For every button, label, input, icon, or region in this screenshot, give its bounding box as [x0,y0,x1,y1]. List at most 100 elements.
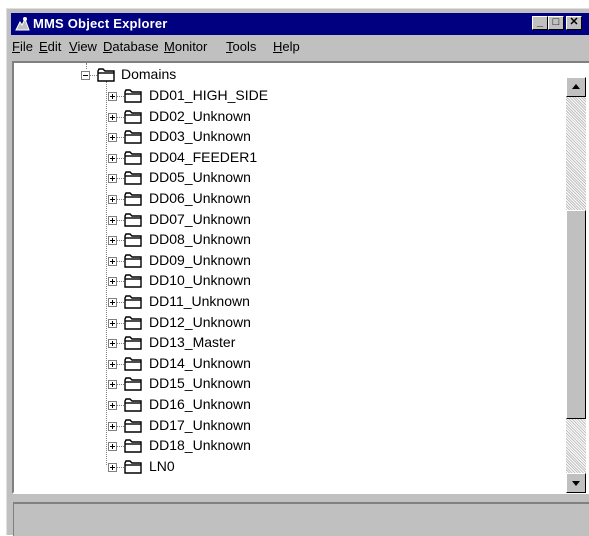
expand-icon[interactable] [108,463,117,472]
menu-tools[interactable]: Tools [226,39,256,54]
tree-node[interactable]: LN0 [14,457,554,477]
menu-mnemonic: D [103,39,113,54]
collapse-icon[interactable] [81,71,90,80]
menu-monitor[interactable]: Monitor [164,39,207,54]
expand-icon[interactable] [108,277,117,286]
tree-node-label: DD06_Unknown [149,190,251,206]
expand-icon[interactable] [108,422,117,431]
tree-node-label: DD05_Unknown [149,169,251,185]
close-icon: ✕ [569,16,579,28]
expand-icon[interactable] [108,195,117,204]
menu-mnemonic: H [273,39,283,54]
tree-node-label: LN0 [149,458,175,474]
window-title: MMS Object Explorer [33,16,168,31]
menu-bar: File Edit View Database Monitor Tools Help [11,36,589,56]
maximize-icon: □ [552,16,560,28]
tree-node[interactable]: DD03_Unknown [14,127,554,147]
expand-icon[interactable] [108,154,117,163]
tree-node[interactable]: DD04_FEEDER1 [14,148,554,168]
menu-view[interactable]: View [69,39,97,54]
tree-node-label: DD15_Unknown [149,375,251,391]
tree-node-label: DD04_FEEDER1 [149,149,258,165]
folder-icon [124,439,143,453]
folder-icon [124,254,143,268]
tree-node[interactable]: DD12_Unknown [14,313,554,333]
tree-node-label: DD17_Unknown [149,417,251,433]
tree-node-label: DD03_Unknown [149,128,251,144]
tree-node[interactable]: DD13_Master [14,333,554,353]
menu-label-rest: elp [282,39,300,54]
menu-label-rest: ools [232,39,257,54]
title-bar[interactable]: MMS Object Explorer _ □ ✕ [11,13,589,35]
menu-file[interactable]: File [12,39,33,54]
tree-node-label: DD08_Unknown [149,231,251,247]
tree-node-label: DD12_Unknown [149,314,251,330]
expand-icon[interactable] [108,236,117,245]
tree-node[interactable]: DD06_Unknown [14,189,554,209]
tree-node-label: DD01_HIGH_SIDE [149,87,269,103]
expand-icon[interactable] [108,298,117,307]
tree-node-label: DD14_Unknown [149,355,251,371]
folder-icon [124,192,143,206]
app-window: MMS Object Explorer _ □ ✕ File Edit View Da… [6,8,589,536]
expand-icon[interactable] [108,319,117,328]
expand-icon[interactable] [108,401,117,410]
maximize-button[interactable]: □ [548,16,564,30]
expand-icon[interactable] [108,216,117,225]
expand-icon[interactable] [108,380,117,389]
menu-label-rest: atabase [112,39,159,54]
minimize-button[interactable]: _ [532,16,548,30]
tree-node-label: DD07_Unknown [149,211,251,227]
tree-node[interactable]: DD02_Unknown [14,107,554,127]
tree-node[interactable]: DD10_Unknown [14,271,554,291]
arrow-up-icon [572,84,580,89]
expand-icon[interactable] [108,360,117,369]
close-button[interactable]: ✕ [566,16,582,30]
folder-icon [124,295,143,309]
scroll-up-button[interactable] [566,77,586,97]
tree-node[interactable]: DD15_Unknown [14,374,554,394]
tree-node[interactable]: DD18_Unknown [14,436,554,456]
expand-icon[interactable] [108,257,117,266]
app-icon[interactable] [14,16,31,32]
tree-panel: Domains DD01_HIGH_SIDE DD02_Unknown DD03_Un… [12,61,589,494]
tree-node-label: DD13_Master [149,334,236,350]
folder-icon [124,377,143,391]
tree-node[interactable]: DD16_Unknown [14,395,554,415]
tree-node[interactable]: DD05_Unknown [14,168,554,188]
tree-node[interactable]: DD01_HIGH_SIDE [14,86,554,106]
folder-icon [124,171,143,185]
expand-icon[interactable] [108,174,117,183]
folder-icon [124,233,143,247]
tree-node-label: DD09_Unknown [149,252,251,268]
tree-node[interactable]: DD09_Unknown [14,251,554,271]
tree-node[interactable]: DD17_Unknown [14,416,554,436]
scroll-down-button[interactable] [566,473,586,493]
folder-icon [124,398,143,412]
menu-label-rest: iew [77,39,97,54]
expand-icon[interactable] [108,133,117,142]
expand-icon[interactable] [108,92,117,101]
folder-icon [124,357,143,371]
tree-node[interactable]: DD11_Unknown [14,292,554,312]
scroll-thumb[interactable] [566,210,586,419]
tree-node-label: DD10_Unknown [149,272,251,288]
folder-icon [97,68,116,82]
tree-node-label: DD11_Unknown [149,293,250,309]
tree-guide-line [86,63,87,69]
expand-icon[interactable] [108,339,117,348]
menu-database[interactable]: Database [103,39,159,54]
menu-mnemonic: E [39,39,48,54]
tree-node[interactable]: DD14_Unknown [14,354,554,374]
expand-icon[interactable] [108,113,117,122]
menu-help[interactable]: Help [273,39,300,54]
folder-icon [124,110,143,124]
vertical-scrollbar[interactable] [566,77,586,493]
tree-node-domains[interactable]: Domains [14,65,554,85]
tree-view[interactable]: Domains DD01_HIGH_SIDE DD02_Unknown DD03_Un… [14,63,562,494]
menu-edit[interactable]: Edit [39,39,61,54]
folder-icon [124,419,143,433]
tree-node[interactable]: DD08_Unknown [14,230,554,250]
expand-icon[interactable] [108,442,117,451]
tree-node[interactable]: DD07_Unknown [14,210,554,230]
